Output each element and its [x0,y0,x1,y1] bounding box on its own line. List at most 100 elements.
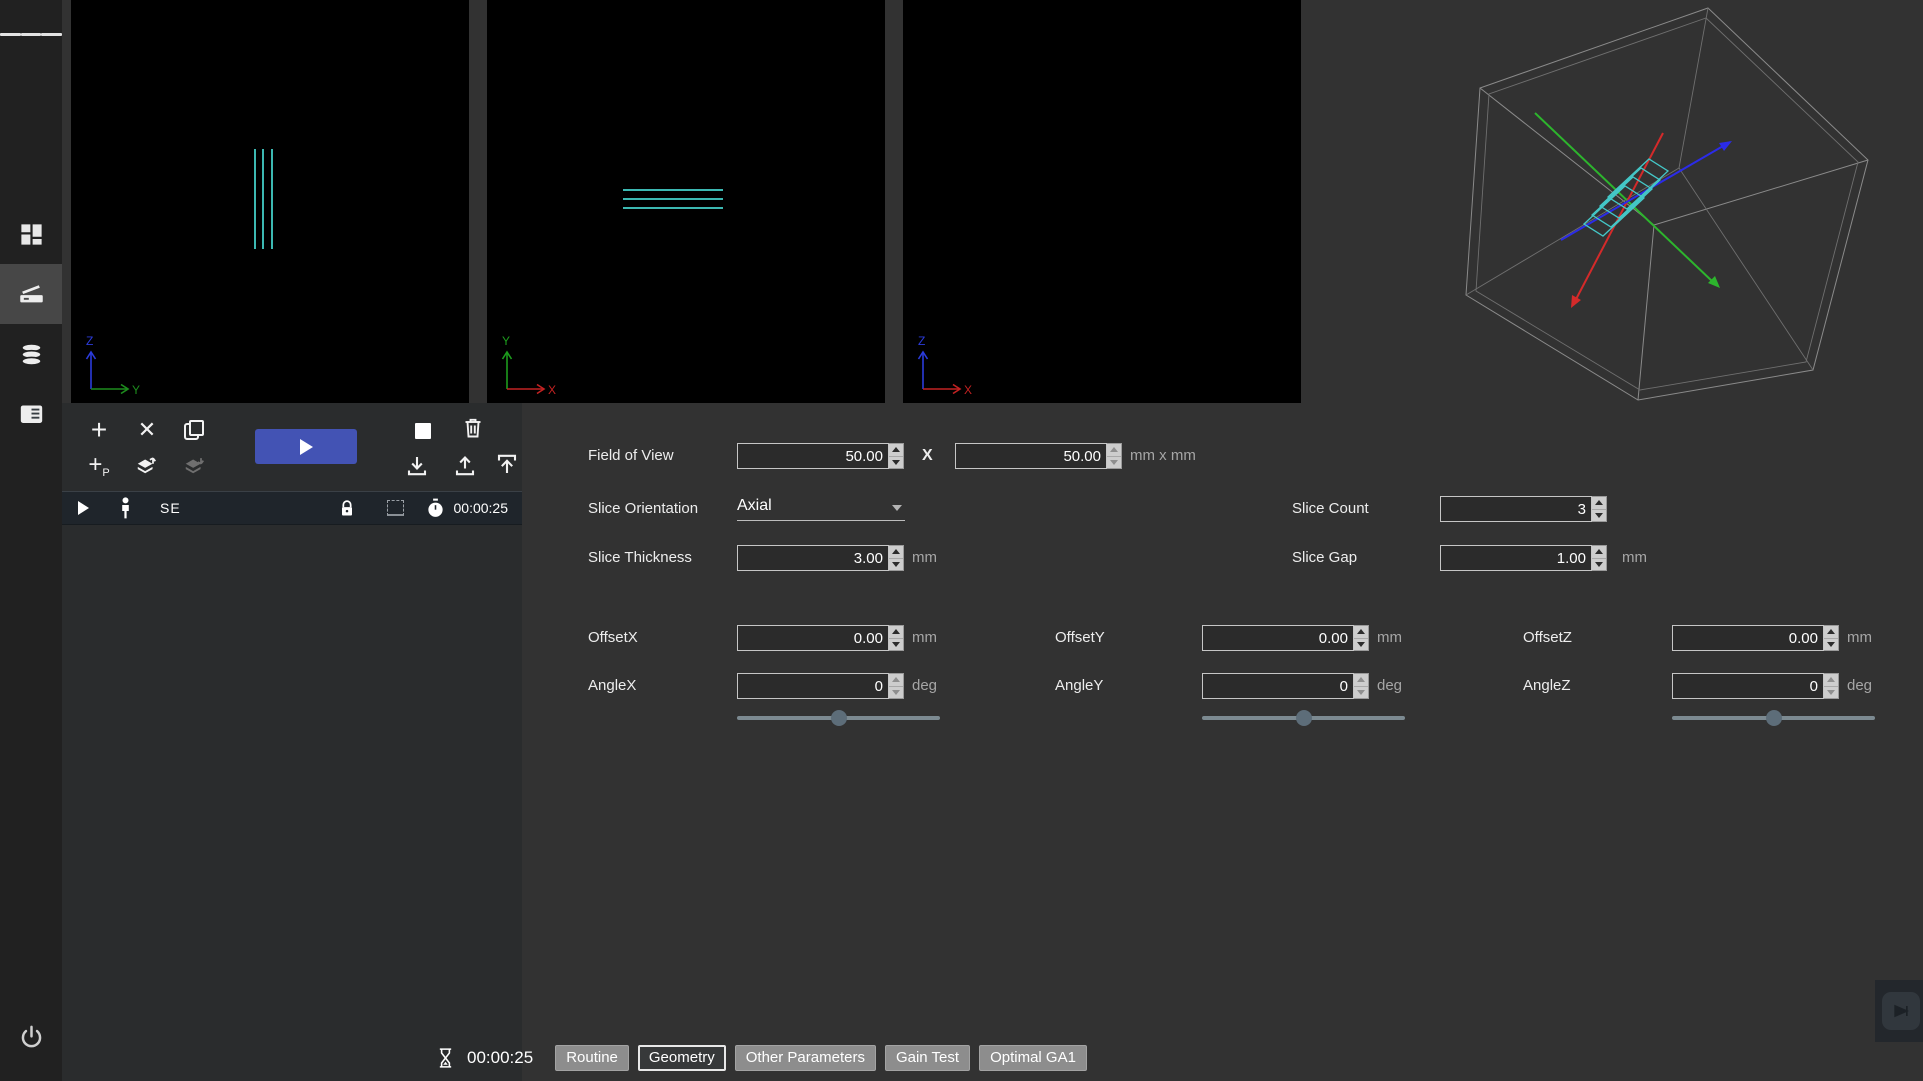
fov-separator: X [922,443,933,469]
angle-x-spinner[interactable] [889,673,904,699]
angle-x-input[interactable] [737,673,889,699]
app-root: Z Y Y X [0,0,1923,1081]
offset-z-field [1672,625,1839,651]
viewport-row: Z Y Y X [62,0,1923,403]
download-button[interactable] [402,451,432,481]
scanner-icon [18,281,45,308]
media-icon [1891,1001,1911,1021]
parameter-tabs: Routine Geometry Other Parameters Gain T… [555,1045,1087,1071]
slice-thickness-spinner[interactable] [889,545,904,571]
run-sequence-button[interactable] [255,429,357,464]
tab-gain-test[interactable]: Gain Test [885,1045,970,1071]
stop-button[interactable] [408,416,438,446]
svg-text:Z: Z [918,334,925,348]
layers-import-button[interactable] [180,451,210,481]
slice-thickness-field [737,545,904,571]
viewport-coronal[interactable]: Z Y [71,0,469,403]
remove-button[interactable]: ✕ [132,415,162,445]
sequence-panel: + ✕ +P [62,403,522,1081]
viewport-axial[interactable]: Z X [903,0,1301,403]
offset-z-unit: mm [1847,625,1872,651]
layers-export-icon [135,454,159,478]
slice-count-spinner[interactable] [1592,496,1607,522]
content-row: + ✕ +P [62,403,1923,1081]
offset-x-spinner[interactable] [889,625,904,651]
angle-z-input[interactable] [1672,673,1824,699]
add-button[interactable]: + [84,415,114,445]
slice-gap-spinner[interactable] [1592,545,1607,571]
axis-indicator: Z Y [77,333,149,399]
upload-all-button[interactable] [492,449,522,479]
fov-y-input[interactable] [955,443,1107,469]
layers-export-button[interactable] [132,451,162,481]
capture-widget-button[interactable] [1882,992,1920,1030]
angle-y-spinner[interactable] [1354,673,1369,699]
tab-routine[interactable]: Routine [555,1045,629,1071]
sidebar-item-database[interactable] [0,324,62,384]
sequence-duration: 00:00:25 [454,500,509,516]
lock-icon[interactable] [339,499,355,518]
angle-y-input[interactable] [1202,673,1354,699]
slice-line [271,149,273,249]
angle-z-field [1672,673,1839,699]
slice-gap-input[interactable] [1440,545,1592,571]
view-3d[interactable] [1319,0,1923,403]
capture-widget[interactable] [1875,980,1923,1042]
power-button[interactable] [0,1007,62,1067]
bottom-bar: 00:00:25 Routine Geometry Other Paramete… [437,1045,1087,1071]
slice-gap-label: Slice Gap [1292,545,1357,571]
fov-unit: mm x mm [1130,443,1196,469]
add-point-button[interactable]: +P [84,451,114,481]
sidebar-item-records[interactable] [0,384,62,444]
axis-indicator: Z X [909,333,981,399]
upload-icon [453,454,477,478]
slider-thumb[interactable] [831,710,847,726]
svg-text:Z: Z [86,334,93,348]
tab-geometry[interactable]: Geometry [638,1045,726,1071]
offset-y-unit: mm [1377,625,1402,651]
sequence-play-icon[interactable] [78,501,89,515]
sidebar-item-scanner[interactable] [0,264,62,324]
tab-other-parameters[interactable]: Other Parameters [735,1045,876,1071]
fov-x-input[interactable] [737,443,889,469]
offset-y-input[interactable] [1202,625,1354,651]
slice-line [623,198,723,200]
offset-y-spinner[interactable] [1354,625,1369,651]
angle-z-spinner[interactable] [1824,673,1839,699]
sidebar-item-dashboard[interactable] [0,204,62,264]
slice-line [262,149,264,249]
slice-thickness-input[interactable] [737,545,889,571]
slice-orientation-dropdown[interactable]: Axial [737,494,905,521]
offset-z-input[interactable] [1672,625,1824,651]
sequence-row[interactable]: SE 00:00:25 [62,491,522,525]
angle-x-field [737,673,904,699]
person-icon [119,497,132,519]
viewport-sagittal[interactable]: Y X [487,0,885,403]
angle-x-slider[interactable] [737,709,940,727]
copy-button[interactable] [179,415,209,445]
angle-x-label: AngleX [588,673,636,699]
power-icon [18,1024,45,1051]
slice-count-label: Slice Count [1292,496,1369,522]
offset-x-input[interactable] [737,625,889,651]
offset-x-unit: mm [912,625,937,651]
angle-z-slider[interactable] [1672,709,1875,727]
offset-x-label: OffsetX [588,625,638,651]
slider-thumb[interactable] [1296,710,1312,726]
menu-icon[interactable] [0,14,62,54]
fov-x-spinner[interactable] [889,443,904,469]
offset-z-spinner[interactable] [1824,625,1839,651]
angle-y-slider[interactable] [1202,709,1405,727]
slider-thumb[interactable] [1766,710,1782,726]
hourglass-icon [437,1046,454,1070]
tab-optimal-ga1[interactable]: Optimal GA1 [979,1045,1087,1071]
selection-checkbox[interactable] [387,500,404,516]
slice-line [623,189,723,191]
slice-count-input[interactable] [1440,496,1592,522]
upload-button[interactable] [450,451,480,481]
svg-text:X: X [964,383,972,397]
fov-y-spinner[interactable] [1107,443,1122,469]
play-icon [300,439,313,455]
delete-button[interactable] [458,413,488,443]
slice-thickness-label: Slice Thickness [588,545,692,571]
